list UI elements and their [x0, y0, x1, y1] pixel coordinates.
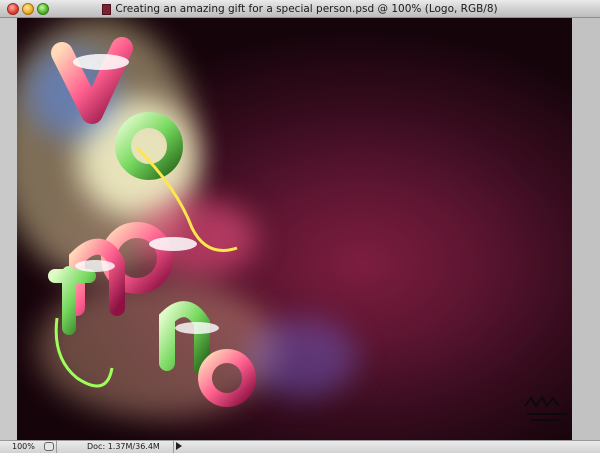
cloud-4	[175, 322, 219, 334]
psd-document-icon	[102, 3, 112, 15]
letter-a	[115, 112, 183, 180]
document-canvas[interactable]	[17, 18, 572, 440]
play-arrow-icon[interactable]	[176, 442, 182, 450]
valentine-artwork	[48, 37, 567, 421]
photoshop-document-window: Creating an amazing gift for a special p…	[0, 0, 600, 453]
status-icon[interactable]	[44, 442, 54, 451]
cloud-1	[73, 54, 129, 70]
cloud-2	[149, 237, 197, 251]
zoom-level[interactable]: 100%	[12, 442, 35, 451]
window-title: Creating an amazing gift for a special p…	[115, 3, 498, 15]
status-bar: 100% Doc: 1.37M/36.4M	[0, 440, 600, 453]
doc-size-info: Doc: 1.37M/36.4M	[56, 441, 174, 453]
cloud-3	[75, 260, 115, 272]
letter-n2	[159, 301, 210, 376]
title-group: Creating an amazing gift for a special p…	[0, 0, 600, 18]
letter-e2	[198, 349, 256, 407]
signature-logo	[524, 395, 567, 421]
title-bar[interactable]: Creating an amazing gift for a special p…	[0, 0, 600, 18]
vertical-scroll-area[interactable]	[572, 18, 600, 440]
